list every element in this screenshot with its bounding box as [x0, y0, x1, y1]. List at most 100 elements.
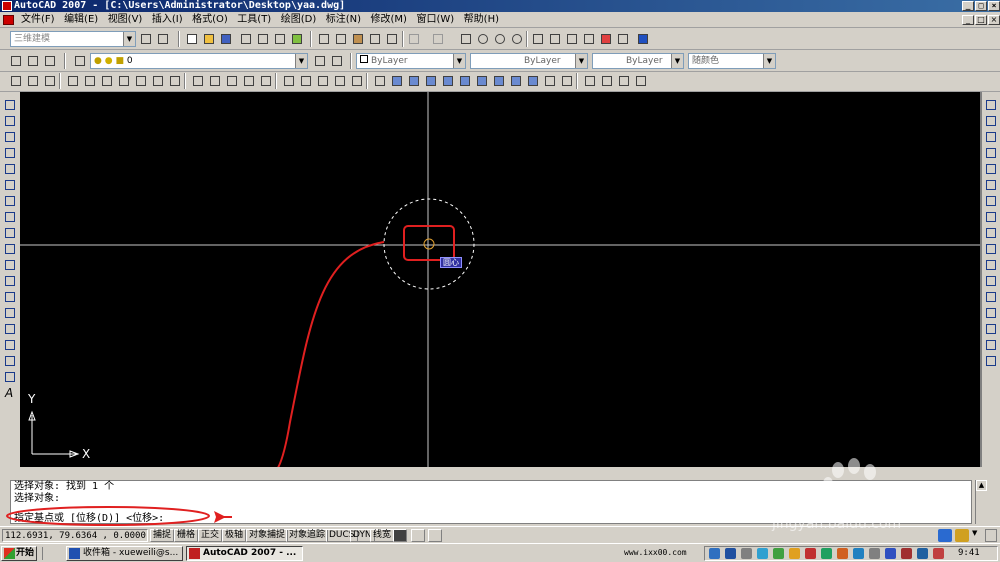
- cylinder-button[interactable]: [616, 73, 631, 88]
- status-menu-icon[interactable]: ▼: [972, 529, 982, 542]
- menu-format[interactable]: 格式(O): [189, 12, 231, 28]
- plot-preview-button[interactable]: [255, 31, 270, 46]
- layer-iso-button[interactable]: [329, 53, 344, 68]
- fly-button[interactable]: [508, 73, 523, 88]
- polar-toggle[interactable]: 极轴: [222, 529, 247, 542]
- region-icon[interactable]: [3, 354, 17, 368]
- 3d-dwf-button[interactable]: [289, 31, 304, 46]
- open-button[interactable]: [201, 31, 216, 46]
- match-properties-button[interactable]: [367, 31, 382, 46]
- mic-icon[interactable]: [741, 548, 752, 559]
- help-button[interactable]: [635, 31, 650, 46]
- drawing-canvas[interactable]: 圆心 Y X: [20, 92, 980, 467]
- extend-icon[interactable]: [984, 258, 998, 272]
- erase-icon[interactable]: [984, 98, 998, 112]
- menu-tools[interactable]: 工具(T): [234, 12, 274, 28]
- polygon-icon[interactable]: [3, 146, 17, 160]
- mirror-icon[interactable]: [984, 130, 998, 144]
- table-icon[interactable]: [3, 370, 17, 384]
- selected-circle[interactable]: [383, 198, 475, 290]
- linetype-select[interactable]: ByLayer ▼: [470, 53, 588, 69]
- break-at-point-icon[interactable]: [984, 274, 998, 288]
- sphere-button[interactable]: [599, 73, 614, 88]
- alert-icon[interactable]: [805, 548, 816, 559]
- doc-minimize-button[interactable]: _: [962, 15, 974, 25]
- interfere-button[interactable]: [423, 73, 438, 88]
- thicken-button[interactable]: [406, 73, 421, 88]
- section-button[interactable]: [440, 73, 455, 88]
- menu-window[interactable]: 窗口(W): [413, 12, 457, 28]
- block-editor-button[interactable]: [384, 31, 399, 46]
- 3d-rotate-button[interactable]: [332, 73, 347, 88]
- 3d-align-button[interactable]: [349, 73, 364, 88]
- chevron-down-icon[interactable]: ▼: [671, 54, 683, 68]
- layer-previous-button[interactable]: [25, 53, 40, 68]
- rotate-icon[interactable]: [984, 194, 998, 208]
- tool-palettes-button[interactable]: [564, 31, 579, 46]
- ellipse-arc-icon[interactable]: [3, 258, 17, 272]
- layer-manager-button[interactable]: [8, 53, 23, 68]
- zoom-previous-button[interactable]: [509, 31, 524, 46]
- intersect-button[interactable]: [298, 73, 313, 88]
- workspace-select[interactable]: 三维建模 ▼: [10, 31, 136, 47]
- stretch-icon[interactable]: [984, 226, 998, 240]
- save-button[interactable]: [218, 31, 233, 46]
- menu-modify[interactable]: 修改(M): [368, 12, 410, 28]
- chevron-down-icon[interactable]: ▼: [575, 54, 587, 68]
- shield-icon[interactable]: [773, 548, 784, 559]
- subtract-button[interactable]: [281, 73, 296, 88]
- command-scrollbar[interactable]: ▲: [975, 480, 987, 524]
- outlook-tray-icon[interactable]: [885, 548, 896, 559]
- loft-button[interactable]: [241, 73, 256, 88]
- chevron-down-icon[interactable]: ▼: [295, 54, 307, 68]
- properties-button[interactable]: [530, 31, 545, 46]
- markup-button[interactable]: [598, 31, 613, 46]
- insert-block-icon[interactable]: [3, 274, 17, 288]
- slice-button[interactable]: [389, 73, 404, 88]
- wedge-button[interactable]: [559, 73, 574, 88]
- join-icon[interactable]: [984, 306, 998, 320]
- presspull-button[interactable]: [190, 73, 205, 88]
- fillet-icon[interactable]: [984, 338, 998, 352]
- construction-line-icon[interactable]: [3, 114, 17, 128]
- redo-button[interactable]: [430, 31, 445, 46]
- explode-icon[interactable]: [984, 354, 998, 368]
- trim-icon[interactable]: [984, 242, 998, 256]
- ellipse-icon[interactable]: [3, 242, 17, 256]
- coordinates-readout[interactable]: 112.6931, 79.6364 , 0.0000: [2, 529, 148, 542]
- layout-icon[interactable]: [428, 529, 442, 542]
- layer-match-button[interactable]: [312, 53, 327, 68]
- maximize-button[interactable]: □: [975, 1, 987, 11]
- menu-file[interactable]: 文件(F): [18, 12, 58, 28]
- zoom-realtime-button[interactable]: [475, 31, 490, 46]
- lineweight-toggle[interactable]: 线宽: [370, 529, 395, 542]
- lock-toolbar-icon[interactable]: [955, 529, 969, 542]
- ortho-toggle[interactable]: 正交: [198, 529, 223, 542]
- helix-button[interactable]: [133, 73, 148, 88]
- offset-icon[interactable]: [984, 146, 998, 160]
- union-button[interactable]: [258, 73, 273, 88]
- polyline-icon[interactable]: [3, 130, 17, 144]
- arc-icon[interactable]: [3, 178, 17, 192]
- rectangle-icon[interactable]: [3, 162, 17, 176]
- point-icon[interactable]: [3, 306, 17, 320]
- maximize-viewport-icon[interactable]: [411, 529, 425, 542]
- cut-button[interactable]: [316, 31, 331, 46]
- menu-draw[interactable]: 绘图(D): [278, 12, 320, 28]
- volume-icon[interactable]: [869, 548, 880, 559]
- zoom-window-button[interactable]: [492, 31, 507, 46]
- 3d-array-button[interactable]: [372, 73, 387, 88]
- doc-restore-button[interactable]: □: [975, 15, 987, 25]
- circle-icon[interactable]: [3, 194, 17, 208]
- plotstyle-select[interactable]: 随颜色 ▼: [688, 53, 776, 69]
- box-button[interactable]: [542, 73, 557, 88]
- chevron-down-icon[interactable]: ▼: [123, 32, 135, 46]
- qq-icon[interactable]: [917, 548, 928, 559]
- otrack-toggle[interactable]: 对象追踪: [286, 529, 329, 542]
- wifi-icon[interactable]: [821, 548, 832, 559]
- walk-button[interactable]: [491, 73, 506, 88]
- chamfer-icon[interactable]: [984, 322, 998, 336]
- make-block-icon[interactable]: [3, 290, 17, 304]
- update-icon[interactable]: [853, 548, 864, 559]
- torus-button[interactable]: [633, 73, 648, 88]
